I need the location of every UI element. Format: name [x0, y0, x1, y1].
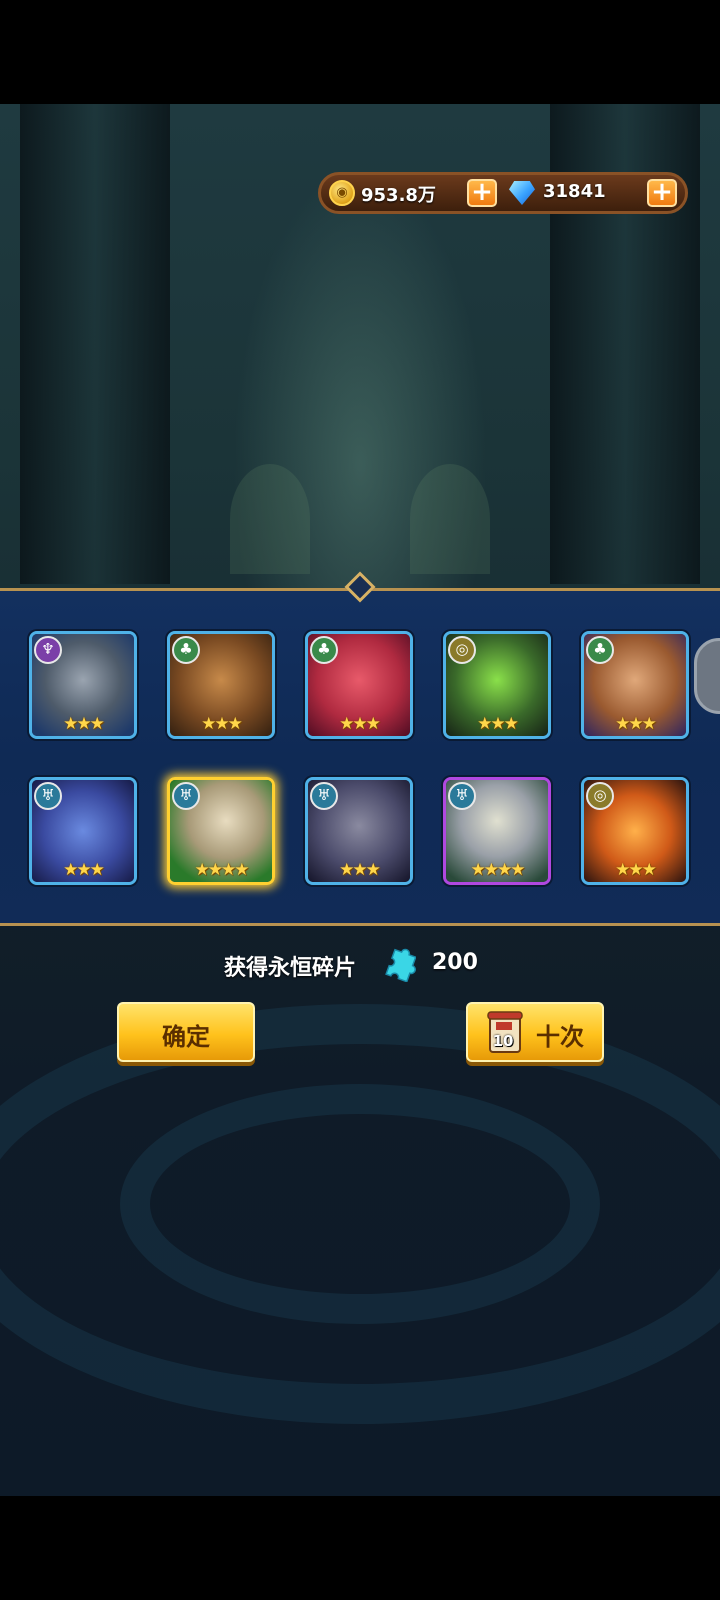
arch-glow-right	[410, 464, 490, 574]
fortress-faction-icon: ◎	[448, 636, 476, 664]
diamond-icon	[509, 181, 535, 205]
star-rating: ★★★	[615, 714, 657, 734]
star-rating: ★★★	[63, 714, 105, 734]
hero-card[interactable]: ♣ ★★★	[305, 631, 413, 739]
fortress-faction-icon: ◎	[586, 782, 614, 810]
add-gold-button[interactable]: +	[467, 179, 497, 207]
star-rating: ★★★★	[194, 860, 250, 880]
gem-amount: 31841	[543, 181, 606, 202]
status-bar-black	[0, 0, 720, 104]
summon-scroll-icon: 10	[486, 1010, 526, 1056]
hero-card[interactable]: ♣ ★★★	[167, 631, 275, 739]
ten-draw-button[interactable]: 10 十次	[466, 1002, 604, 1062]
ten-draw-label: 十次	[536, 1023, 584, 1051]
reward-amount: 200	[432, 950, 478, 975]
gold-coin-icon: ◉	[329, 180, 355, 206]
hero-card[interactable]: ♅ ★★★	[305, 777, 413, 885]
star-rating: ★★★	[339, 860, 381, 880]
nature-faction-icon: ♣	[310, 636, 338, 664]
abyss-faction-icon: ♅	[310, 782, 338, 810]
reward-label: 获得永恒碎片	[224, 956, 357, 981]
abyss-faction-icon: ♅	[34, 782, 62, 810]
nature-faction-icon: ♣	[586, 636, 614, 664]
abyss-faction-icon: ♅	[172, 782, 200, 810]
side-menu-handle[interactable]	[694, 638, 720, 714]
navigation-bar-black	[0, 1496, 720, 1600]
hero-card[interactable]: ♅ ★★★★	[443, 777, 551, 885]
abyss-faction-icon: ♅	[448, 782, 476, 810]
shadow-faction-icon: ♆	[34, 636, 62, 664]
left-pillar	[20, 104, 170, 584]
nature-faction-icon: ♣	[172, 636, 200, 664]
currency-bar: ◉ 953.8万 + 31841 +	[318, 172, 688, 214]
arch-glow-left	[230, 464, 310, 574]
hero-card[interactable]: ◎ ★★★	[443, 631, 551, 739]
gold-amount: 953.8万	[361, 185, 436, 206]
hero-card[interactable]: ♆ ★★★	[29, 631, 137, 739]
star-rating: ★★★★	[470, 860, 526, 880]
confirm-label: 确定	[162, 1023, 210, 1051]
star-rating: ★★★	[63, 860, 105, 880]
star-rating: ★★★	[339, 714, 381, 734]
star-rating: ★★★	[201, 714, 243, 734]
hero-card[interactable]: ◎ ★★★	[581, 777, 689, 885]
add-gems-button[interactable]: +	[647, 179, 677, 207]
floor-rune-circle-inner	[120, 1084, 600, 1324]
star-rating: ★★★	[477, 714, 519, 734]
hero-card-highlighted[interactable]: ♅ ★★★★	[167, 777, 275, 885]
confirm-button[interactable]: 确定	[117, 1002, 255, 1062]
star-rating: ★★★	[615, 860, 657, 880]
hero-card[interactable]: ♣ ★★★	[581, 631, 689, 739]
ticket-count: 10	[492, 1032, 514, 1050]
hero-card[interactable]: ♅ ★★★	[29, 777, 137, 885]
puzzle-shard-icon	[385, 948, 416, 982]
